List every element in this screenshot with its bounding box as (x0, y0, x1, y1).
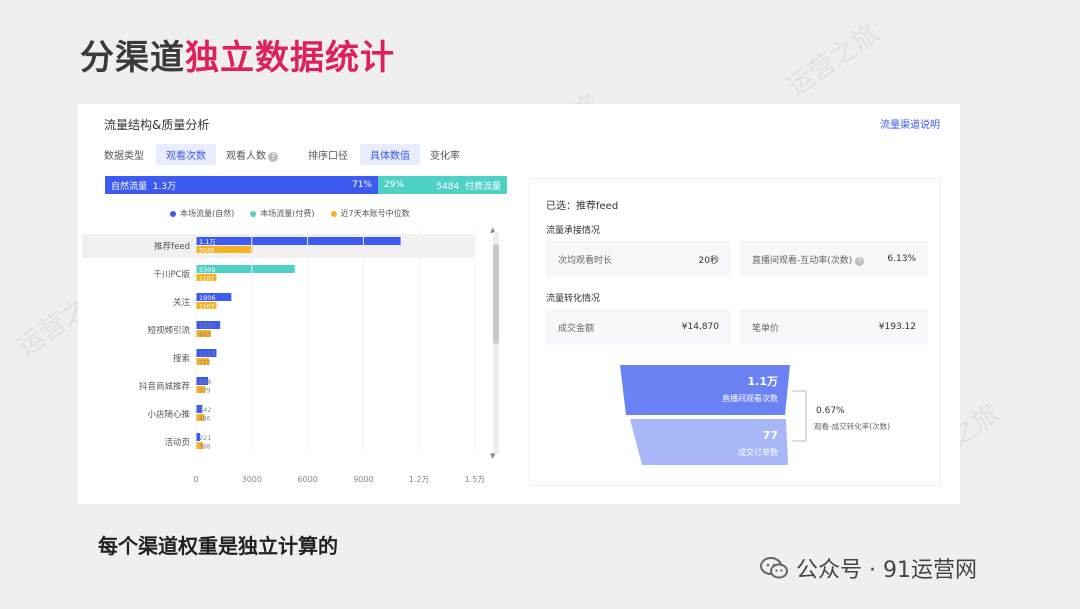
option-absolute-value[interactable]: 具体数值 (360, 143, 420, 165)
bar-median-label: 388 (199, 444, 211, 451)
scrollbar-thumb[interactable] (493, 244, 499, 344)
channel-bar-chart: 推荐feed 1.1万 3046 千川PC版 5309 1101 关注 1906 1103 短视频… (82, 230, 486, 484)
wechat-icon (760, 556, 788, 580)
sort-label: 排序口径 (308, 150, 348, 162)
category-label[interactable]: 活动页 (164, 437, 190, 448)
bar-value-label: 1.1万 (199, 238, 216, 246)
bar-value-label: 1307 (199, 322, 216, 330)
traffic-stack-bar: 自然流量 1.3万 71% 29% 5484 付费流量 (105, 176, 507, 194)
category-label[interactable]: 推荐feed (154, 241, 190, 252)
option-change-rate[interactable]: 变化率 (420, 144, 470, 165)
channel-detail-card: 已选：推荐feed 流量承接情况 次均观看时长 20秒 直播间观看-互动率(次数… (529, 178, 941, 486)
conversion-rate: 0.67% (816, 406, 845, 416)
conversion-funnel: 1.1万 直播间观看次数 77 成交订单数 0.67% 观看-成交转化率(次数) (620, 365, 890, 465)
organic-segment[interactable]: 自然流量 1.3万 71% (105, 176, 378, 194)
bar-value-label: 1115 (199, 350, 216, 358)
category-label[interactable]: 千川PC版 (153, 269, 190, 280)
funnel-top-value: 1.1万 (748, 375, 779, 388)
bar-median-label: 486 (199, 416, 211, 423)
filter-row: 数据类型 观看次数 观看人数? 排序口径 具体数值 变化率 (104, 143, 470, 165)
option-viewer-count-label: 观看人数 (226, 150, 266, 162)
category-label[interactable]: 抖音商城推荐 (139, 381, 191, 392)
channel-help-link[interactable]: 流量渠道说明 (880, 116, 940, 131)
slide-title: 分渠道独立数据统计 (80, 30, 395, 79)
scroll-down-icon[interactable]: ▼ (490, 452, 495, 460)
bar-value-label: 342 (199, 406, 211, 414)
paid-label: 5484 付费流量 (436, 181, 501, 192)
question-icon: ? (268, 151, 278, 162)
slide-title-part2: 独立数据统计 (185, 38, 395, 78)
organic-label: 自然流量 1.3万 (111, 181, 177, 192)
legend-item-paid: 本场流量(付费) (250, 208, 315, 219)
category-label[interactable]: 搜索 (173, 353, 190, 364)
bar-median-label: 843 (199, 332, 211, 339)
conversion-rate-label: 观看-成交转化率(次数) (814, 421, 890, 431)
slide-title-part1: 分渠道 (80, 38, 185, 78)
bar-value-label: 1906 (199, 294, 216, 302)
x-tick-label: 6000 (297, 475, 317, 484)
paid-pct: 29% (384, 180, 405, 190)
legend-item-median: 近7天本账号中位数 (330, 208, 410, 219)
funnel-top-label: 直播间观看次数 (722, 393, 778, 403)
category-label[interactable]: 关注 (173, 297, 191, 308)
bar-value-label: 221 (199, 434, 211, 442)
funnel-bottom-label: 成交订单数 (738, 447, 778, 457)
data-type-label: 数据类型 (104, 150, 144, 162)
chart-legend: 本场流量(自然) 本场流量(付费) 近7天本账号中位数 (170, 208, 410, 219)
panel-title: 流量结构&质量分析 (104, 118, 210, 132)
x-tick-label: 0 (193, 475, 198, 484)
x-tick-label: 9000 (353, 475, 373, 484)
funnel-bottom-stage (630, 419, 788, 465)
bar-median-label: 1101 (199, 276, 214, 283)
watermark: 运营之旅 (782, 18, 885, 103)
paid-segment[interactable]: 29% 5484 付费流量 (378, 176, 507, 194)
funnel-bracket (792, 390, 807, 442)
slide-subtitle: 每个渠道权重是独立计算的 (98, 534, 338, 558)
option-viewer-count[interactable]: 观看人数? (216, 144, 288, 165)
x-tick-label: 1.2万 (409, 475, 430, 484)
funnel-bottom-value: 77 (763, 429, 778, 442)
option-view-count[interactable]: 观看次数 (156, 143, 216, 165)
organic-pct: 71% (351, 180, 372, 190)
funnel-top-stage (620, 365, 790, 415)
bar-median-label: 1103 (199, 304, 214, 311)
x-tick-label: 3000 (242, 475, 262, 484)
brand-footer: 公众号 · 91运营网 (760, 552, 977, 584)
bar-value-label: 5309 (199, 266, 216, 274)
bar-median-label: 3046 (199, 248, 214, 255)
analysis-panel: 流量结构&质量分析 流量渠道说明 数据类型 观看次数 观看人数? 排序口径 具体… (78, 104, 960, 504)
brand-text: 公众号 · 91运营网 (796, 558, 977, 583)
bar-median-label: 579 (199, 388, 211, 395)
category-label[interactable]: 短视频引流 (147, 325, 190, 336)
bar-current (196, 237, 401, 245)
x-tick-label: 1.5万 (465, 475, 486, 484)
bar-value-label: 658 (199, 378, 211, 386)
bar-median-label: 722 (199, 360, 211, 367)
category-label[interactable]: 小店随心推 (147, 409, 190, 420)
legend-item-organic: 本场流量(自然) (170, 208, 234, 219)
